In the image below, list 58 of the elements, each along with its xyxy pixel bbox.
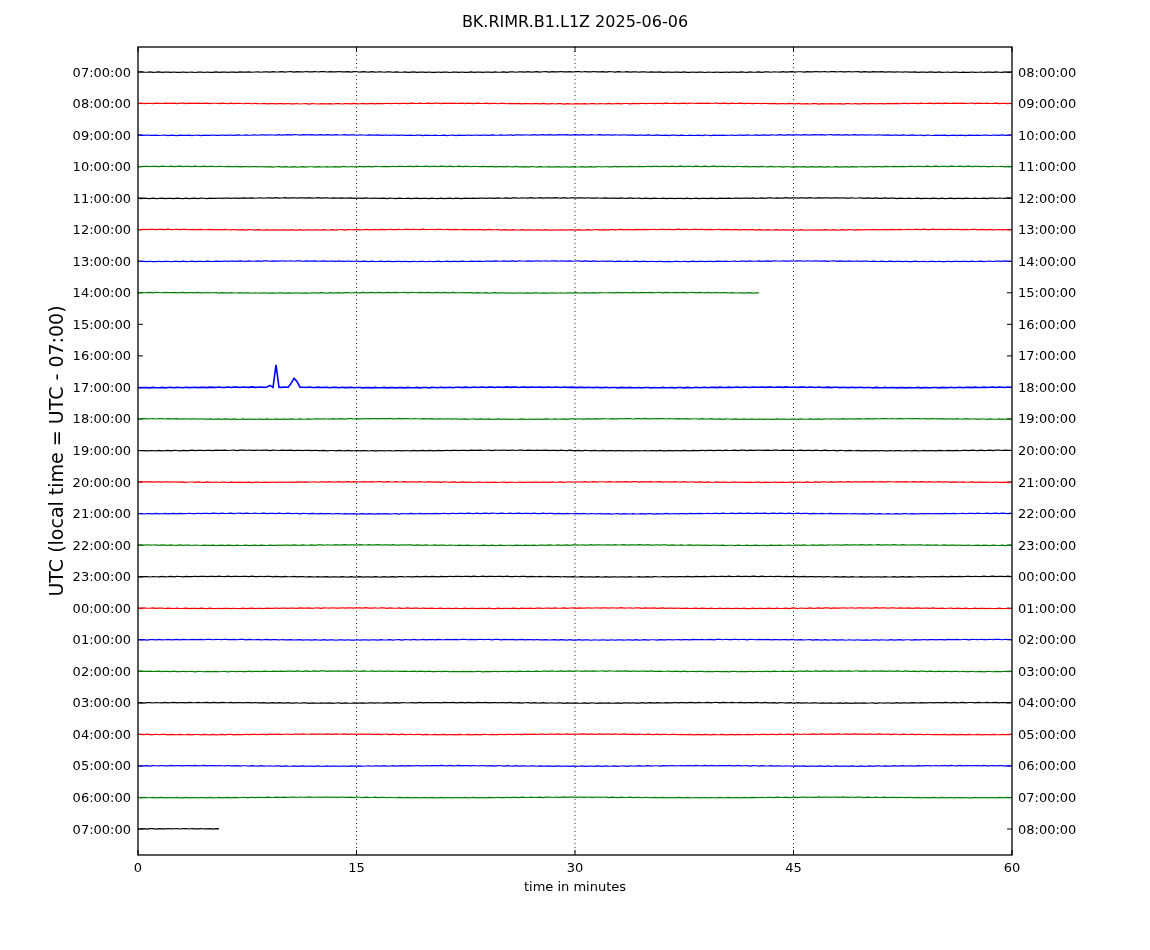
right-time-label: 18:00:00 xyxy=(1018,379,1077,395)
left-time-label: 11:00:00 xyxy=(72,190,131,206)
left-time-label: 16:00:00 xyxy=(72,348,131,364)
right-time-label: 06:00:00 xyxy=(1018,758,1077,774)
right-time-label: 00:00:00 xyxy=(1018,569,1077,585)
right-time-label: 12:00:00 xyxy=(1018,190,1077,206)
left-time-label: 07:00:00 xyxy=(72,821,131,837)
right-time-label: 17:00:00 xyxy=(1018,348,1077,364)
left-time-label: 04:00:00 xyxy=(72,726,131,742)
right-time-label: 14:00:00 xyxy=(1018,253,1077,269)
right-time-label: 09:00:00 xyxy=(1018,96,1077,112)
left-time-label: 19:00:00 xyxy=(72,443,131,458)
right-time-label: 19:00:00 xyxy=(1018,411,1077,427)
right-time-label: 20:00:00 xyxy=(1018,443,1077,458)
right-time-label: 03:00:00 xyxy=(1018,663,1077,679)
right-time-label: 08:00:00 xyxy=(1018,64,1077,80)
left-time-label: 21:00:00 xyxy=(72,506,131,522)
right-time-label: 08:00:00 xyxy=(1018,821,1077,837)
left-time-label: 13:00:00 xyxy=(72,253,131,269)
right-time-label: 04:00:00 xyxy=(1018,695,1077,711)
right-time-label: 11:00:00 xyxy=(1018,159,1077,175)
left-time-label: 03:00:00 xyxy=(72,695,131,711)
right-time-label: 05:00:00 xyxy=(1018,726,1077,742)
right-time-label: 01:00:00 xyxy=(1018,600,1077,616)
right-time-label: 16:00:00 xyxy=(1018,316,1077,332)
chart-title: BK.RIMR.B1.L1Z 2025-06-06 xyxy=(461,12,689,31)
left-time-label: 20:00:00 xyxy=(72,474,131,490)
x-tick-label: 45 xyxy=(785,860,802,875)
right-time-label: 15:00:00 xyxy=(1018,285,1077,301)
left-time-label: 14:00:00 xyxy=(72,285,131,301)
left-time-label: 07:00:00 xyxy=(72,64,131,80)
x-axis-label: time in minutes xyxy=(523,879,627,894)
x-tick-label: 30 xyxy=(566,860,584,875)
left-time-label: 02:00:00 xyxy=(72,663,131,679)
left-time-label: 22:00:00 xyxy=(72,537,131,553)
left-time-label: 06:00:00 xyxy=(72,789,131,805)
right-time-label: 02:00:00 xyxy=(1018,632,1077,648)
left-time-label: 17:00:00 xyxy=(72,379,131,395)
right-time-label: 13:00:00 xyxy=(1018,222,1077,238)
left-time-label: 10:00:00 xyxy=(72,159,131,175)
y-axis-label: UTC (local time = UTC - 07:00) xyxy=(45,305,67,597)
right-time-label: 22:00:00 xyxy=(1018,506,1077,522)
left-time-label: 12:00:00 xyxy=(72,222,131,238)
right-time-label: 21:00:00 xyxy=(1018,474,1077,490)
left-time-label: 15:00:00 xyxy=(72,316,131,332)
left-time-label: 23:00:00 xyxy=(72,569,131,585)
x-tick-label: 60 xyxy=(1003,860,1021,875)
left-time-label: 08:00:00 xyxy=(72,96,131,112)
left-time-label: 01:00:00 xyxy=(72,632,131,648)
right-time-label: 10:00:00 xyxy=(1018,127,1077,143)
right-time-label: 07:00:00 xyxy=(1018,789,1077,805)
x-tick-label: 0 xyxy=(133,860,143,875)
right-time-label: 23:00:00 xyxy=(1018,537,1077,553)
left-time-label: 18:00:00 xyxy=(72,411,131,427)
left-time-label: 09:00:00 xyxy=(72,127,131,143)
left-time-label: 00:00:00 xyxy=(72,600,131,616)
x-tick-label: 15 xyxy=(348,860,365,875)
left-time-label: 05:00:00 xyxy=(72,758,131,774)
